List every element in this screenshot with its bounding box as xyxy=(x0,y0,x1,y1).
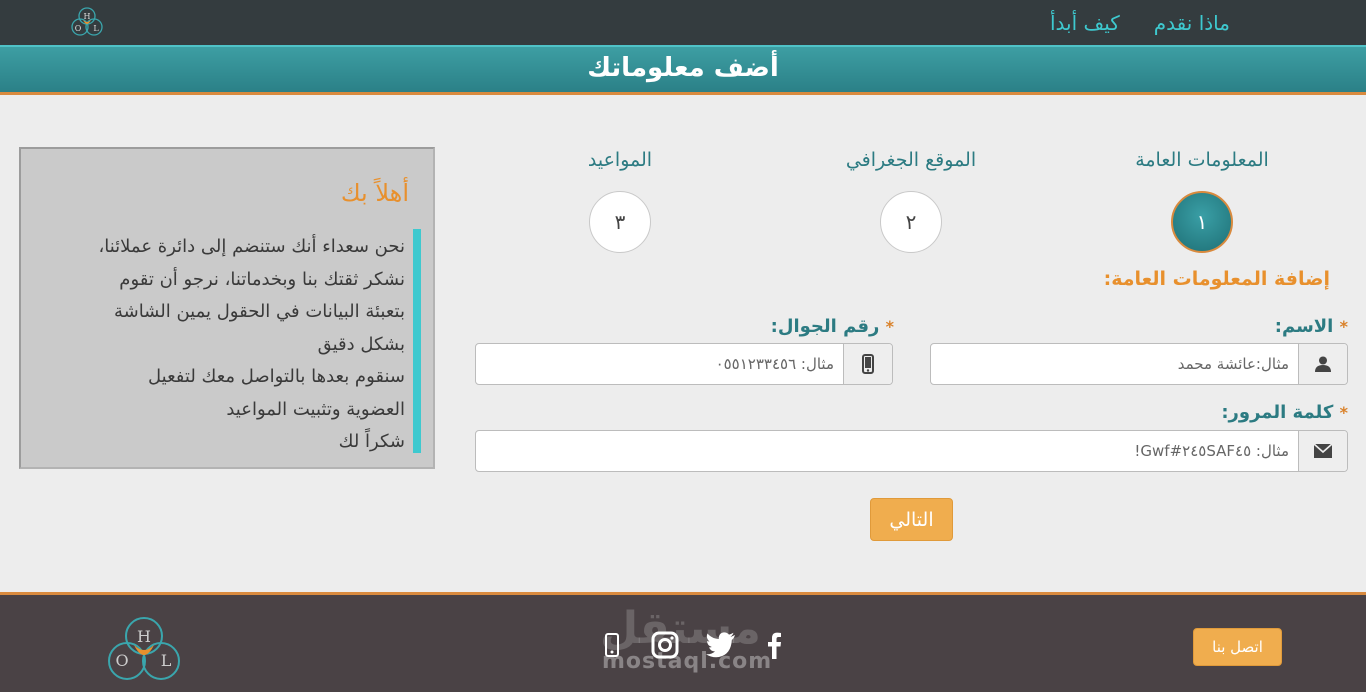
phone-input[interactable] xyxy=(484,350,834,378)
phone-field xyxy=(475,343,893,385)
welcome-line: بتعبئة البيانات في الحقول يمين الشاشة xyxy=(113,301,405,322)
nav-link-what-we-offer[interactable]: ماذا نقدم xyxy=(1154,11,1230,35)
svg-text:H: H xyxy=(84,12,91,21)
step-2-circle[interactable]: ٢ xyxy=(880,191,942,253)
step-label-location: الموقع الجغرافي xyxy=(845,149,977,171)
password-input[interactable] xyxy=(484,437,1289,465)
required-star: * xyxy=(1339,403,1348,422)
page-title: أضف معلوماتك xyxy=(587,53,779,83)
required-star: * xyxy=(1339,317,1348,336)
welcome-text: نحن سعداء أنك ستنضم إلى دائرة عملائنا، ن… xyxy=(27,231,405,459)
svg-text:H: H xyxy=(137,627,151,646)
section-title: إضافة المعلومات العامة: xyxy=(1103,268,1330,290)
name-input[interactable] xyxy=(939,350,1289,378)
svg-text:O: O xyxy=(75,24,82,33)
main-nav: ماذا نقدم كيف أبدأ xyxy=(1050,0,1230,45)
required-star: * xyxy=(885,317,894,336)
envelope-icon xyxy=(1298,431,1347,471)
welcome-line: نشكر ثقتك بنا وبخدماتنا، نرجو أن تقوم xyxy=(119,268,405,290)
svg-text:L: L xyxy=(161,651,172,670)
welcome-line: شكراً لك xyxy=(338,431,405,452)
nav-link-how-to-start[interactable]: كيف أبدأ xyxy=(1050,11,1120,35)
user-icon xyxy=(1298,344,1347,384)
welcome-line: نحن سعداء أنك ستنضم إلى دائرة عملائنا، xyxy=(98,236,405,257)
hol-logo-small[interactable]: H O L xyxy=(70,6,104,38)
svg-text:L: L xyxy=(93,24,99,33)
next-button[interactable]: التالي xyxy=(870,498,953,541)
footer: H O L مستقل mostaql.com اتصل بنا xyxy=(0,592,1366,692)
welcome-panel: أهلاً بك نحن سعداء أنك ستنضم إلى دائرة ع… xyxy=(19,147,435,469)
name-field xyxy=(930,343,1348,385)
hol-logo[interactable]: H O L xyxy=(104,615,184,685)
step-3-circle[interactable]: ٣ xyxy=(589,191,651,253)
svg-text:O: O xyxy=(115,651,128,670)
phone-label: * رقم الجوال: xyxy=(771,316,894,337)
welcome-line: سنقوم بعدها بالتواصل معك لتفعيل xyxy=(148,366,405,387)
welcome-accent-bar xyxy=(413,229,421,453)
name-label: * الاسم: xyxy=(1275,316,1348,337)
welcome-line: العضوية وتثبيت المواعيد xyxy=(226,398,405,420)
watermark: mostaql.com xyxy=(602,649,773,674)
password-label-text: كلمة المرور: xyxy=(1221,402,1334,423)
page-title-band: أضف معلوماتك xyxy=(0,45,1366,95)
welcome-line: بشكل دقيق xyxy=(317,333,405,355)
name-label-text: الاسم: xyxy=(1274,316,1334,337)
welcome-title: أهلاً بك xyxy=(340,179,409,207)
password-label: * كلمة المرور: xyxy=(1221,402,1348,423)
step-label-general-info: المعلومات العامة xyxy=(1135,149,1269,171)
mobile-phone-icon xyxy=(843,344,892,384)
step-label-appointments: المواعيد xyxy=(587,149,653,171)
phone-label-text: رقم الجوال: xyxy=(770,316,880,337)
main-content: أهلاً بك نحن سعداء أنك ستنضم إلى دائرة ع… xyxy=(0,95,1366,592)
password-field xyxy=(475,430,1348,472)
top-navbar: H O L ماذا نقدم كيف أبدأ xyxy=(0,0,1366,45)
step-1-circle[interactable]: ١ xyxy=(1171,191,1233,253)
contact-us-button[interactable]: اتصل بنا xyxy=(1193,628,1282,666)
